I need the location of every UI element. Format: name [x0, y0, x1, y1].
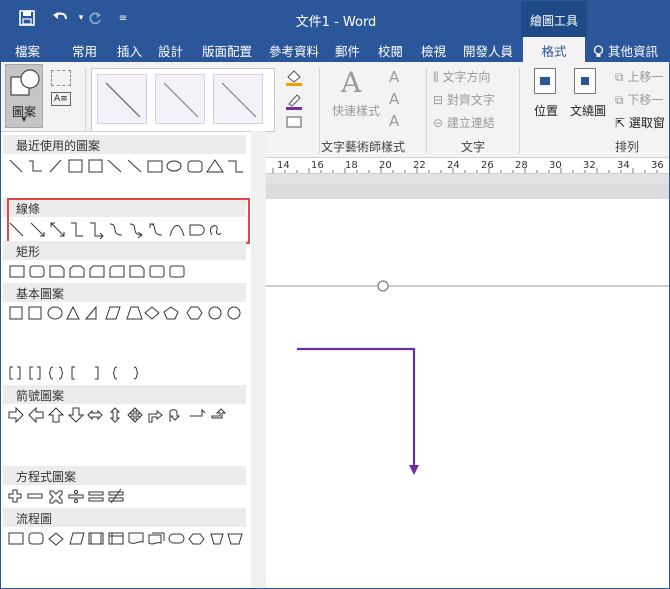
- style-swatch[interactable]: [213, 74, 263, 124]
- group-label-arrange: 排列: [615, 140, 640, 154]
- selection-pane-label: 選取窗: [628, 116, 665, 130]
- text-fill-icon[interactable]: A: [389, 68, 399, 86]
- shape-outline-icon[interactable]: [284, 92, 306, 113]
- shapes-button[interactable]: 圖案 ▾: [5, 64, 43, 128]
- drawing-canvas: [265, 280, 669, 475]
- document-page[interactable]: [265, 199, 669, 588]
- horizontal-ruler: 14 16 18 20 22 24 26 28 30 32 34 36: [265, 158, 669, 174]
- rotation-handle[interactable]: [377, 280, 389, 292]
- tab-format[interactable]: 格式: [523, 37, 585, 62]
- group-label-wordart: 文字藝術師樣式: [321, 140, 406, 154]
- tab-insert[interactable]: 插入: [117, 41, 142, 60]
- style-swatch[interactable]: [97, 74, 147, 124]
- tab-view[interactable]: 檢視: [421, 41, 446, 60]
- shape-effects-icon[interactable]: [284, 114, 306, 133]
- bring-forward-label: 上移一: [627, 70, 664, 84]
- tab-layout[interactable]: 版面配置: [202, 41, 252, 60]
- section-flowchart: 流程圖: [3, 508, 246, 527]
- tab-review[interactable]: 校閱: [378, 41, 403, 60]
- ruler-number: 24: [447, 160, 460, 171]
- word-window: ▾ ≡ 文件1 - Word 繪圖工具 檔案 常用 插入 設計 版面配置 參考資…: [0, 0, 670, 589]
- selection-pane-button[interactable]: ⇱ 選取窗: [615, 114, 665, 131]
- ruler-number: 22: [413, 160, 426, 171]
- ruler-number: 34: [617, 160, 630, 171]
- tell-me[interactable]: 其他資訊: [593, 41, 658, 60]
- create-link-button[interactable]: ⊝ 建立連結: [433, 114, 495, 131]
- block-arrows-grid[interactable]: [7, 406, 247, 426]
- section-rectangles: 矩形: [3, 241, 246, 260]
- section-recent-shapes: 最近使用的圖案: [3, 135, 246, 154]
- ruler-margin: [265, 174, 669, 184]
- align-text-button[interactable]: ⊟ 對齊文字: [433, 91, 495, 108]
- panel-scrollbar[interactable]: [251, 131, 266, 588]
- group-label-text: 文字: [461, 140, 486, 154]
- tab-file[interactable]: 檔案: [15, 41, 40, 60]
- text-direction-button[interactable]: ⫼ 文字方向: [433, 68, 490, 85]
- shapes-icon: [10, 69, 40, 96]
- send-backward-label: 下移一: [627, 93, 664, 107]
- text-direction-label: 文字方向: [442, 70, 491, 84]
- ruler-number: 36: [651, 160, 664, 171]
- page-gap: [265, 184, 669, 199]
- flowchart-grid[interactable]: [7, 529, 247, 549]
- create-link-label: 建立連結: [446, 116, 495, 130]
- position-label[interactable]: 位置: [534, 102, 558, 119]
- title-bar: ▾ ≡ 文件1 - Word 繪圖工具: [1, 1, 669, 37]
- send-backward-button[interactable]: ⧉ 下移一: [615, 91, 663, 108]
- bring-forward-button[interactable]: ⧉ 上移一: [615, 68, 663, 85]
- quick-styles-label: 快速樣式: [332, 104, 381, 118]
- text-box-icon[interactable]: A≡: [51, 92, 71, 106]
- lightbulb-icon: [593, 44, 608, 59]
- ruler-number: 32: [583, 160, 596, 171]
- equation-shapes-grid[interactable]: [7, 487, 247, 507]
- lines-highlight-box: [7, 198, 250, 244]
- tab-home[interactable]: 常用: [72, 41, 97, 60]
- arrowhead: [409, 465, 419, 475]
- ruler-number: 18: [345, 160, 358, 171]
- divider: [426, 68, 427, 154]
- ruler-number: 20: [379, 160, 392, 171]
- wrap-text-label[interactable]: 文繞圖: [570, 102, 606, 119]
- divider: [519, 68, 520, 154]
- position-icon[interactable]: [534, 68, 556, 94]
- ruler-ticks: [272, 168, 658, 173]
- section-basic-shapes: 基本圖案: [3, 283, 246, 302]
- ruler-number: 16: [311, 160, 324, 171]
- wrap-text-icon[interactable]: [574, 68, 596, 94]
- section-block-arrows: 箭號圖案: [3, 385, 246, 404]
- tab-developer[interactable]: 開發人員: [463, 41, 513, 60]
- drawing-tools-header: 繪圖工具: [521, 1, 587, 37]
- shapes-dropdown-panel: 最近使用的圖案 線條 矩形 基本圖案 箭號圖案 方程式圖案 流程圖: [1, 131, 266, 588]
- align-text-label: 對齊文字: [446, 93, 495, 107]
- tab-design[interactable]: 設計: [158, 41, 183, 60]
- ruler-number: 26: [481, 160, 494, 171]
- ruler-number: 14: [277, 160, 290, 171]
- tab-references[interactable]: 參考資料: [269, 41, 319, 60]
- section-equation-shapes: 方程式圖案: [3, 466, 246, 485]
- chevron-down-icon: ▾: [21, 115, 27, 125]
- shape-fill-icon[interactable]: [284, 68, 306, 89]
- text-effects-icon[interactable]: A: [389, 112, 399, 130]
- divider: [319, 68, 320, 154]
- shape-styles-gallery[interactable]: [91, 68, 275, 132]
- bracket-shapes-grid[interactable]: [7, 364, 247, 384]
- edit-shape-icon[interactable]: [51, 70, 71, 86]
- text-outline-icon[interactable]: A: [389, 90, 399, 108]
- style-swatch[interactable]: [155, 74, 205, 124]
- ruler-number: 28: [515, 160, 528, 171]
- tab-mailings[interactable]: 郵件: [335, 41, 360, 60]
- recent-shapes-grid[interactable]: [7, 157, 247, 177]
- rectangles-grid[interactable]: [7, 262, 247, 282]
- quick-styles-icon[interactable]: A: [341, 66, 361, 99]
- elbow-arrow-connector[interactable]: [297, 347, 416, 465]
- ruler-number: 30: [549, 160, 562, 171]
- basic-shapes-grid[interactable]: [7, 304, 247, 324]
- tell-me-label: 其他資訊: [607, 44, 658, 59]
